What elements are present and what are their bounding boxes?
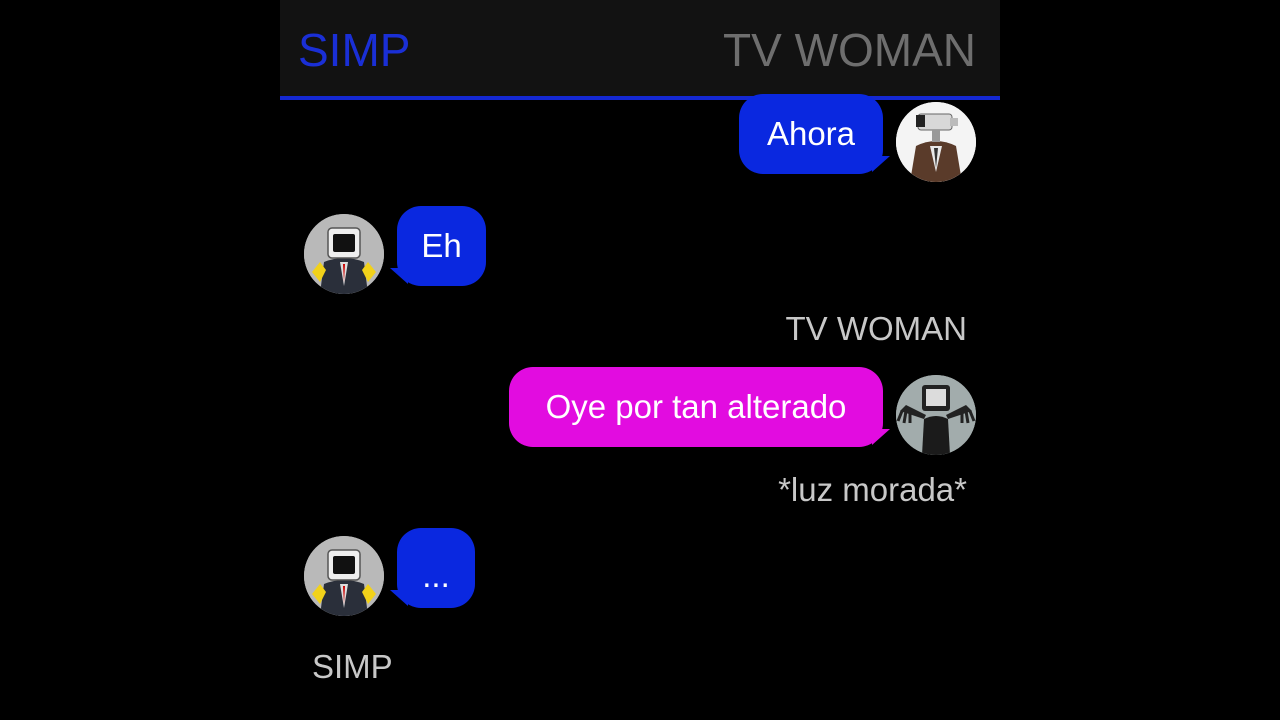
bubble-tail — [872, 156, 890, 172]
sender-name-tv-woman: TV WOMAN — [785, 310, 967, 347]
camera-man-avatar[interactable] — [896, 102, 976, 182]
action-note: *luz morada* — [778, 471, 967, 508]
message-text: ... — [422, 557, 450, 594]
sender-name-simp: SIMP — [312, 648, 393, 685]
speaker-man-icon — [304, 536, 384, 616]
message-text: Ahora — [766, 115, 856, 152]
message-text: Oye por tan alterado — [545, 388, 847, 425]
message-bubble[interactable]: Eh — [397, 206, 486, 286]
message-bubble[interactable]: ... — [397, 528, 475, 608]
chat-header: SIMP TV WOMAN — [280, 0, 1000, 100]
message-text: Eh — [421, 227, 462, 264]
speaker-man-icon — [304, 214, 384, 294]
speaker-man-avatar[interactable] — [304, 536, 384, 616]
camera-man-icon — [896, 102, 976, 182]
message-bubble[interactable]: Ahora — [739, 94, 883, 174]
header-left-title: SIMP — [298, 24, 411, 76]
speaker-man-avatar[interactable] — [304, 214, 384, 294]
tv-woman-avatar[interactable] — [896, 375, 976, 455]
chat-screen: SIMP TV WOMAN Ahora Eh TV WOMAN Oye por … — [280, 0, 1000, 720]
header-right-title: TV WOMAN — [723, 24, 976, 76]
tv-woman-icon — [896, 375, 976, 455]
message-bubble[interactable]: Oye por tan alterado — [509, 367, 883, 447]
bubble-tail — [872, 429, 890, 445]
